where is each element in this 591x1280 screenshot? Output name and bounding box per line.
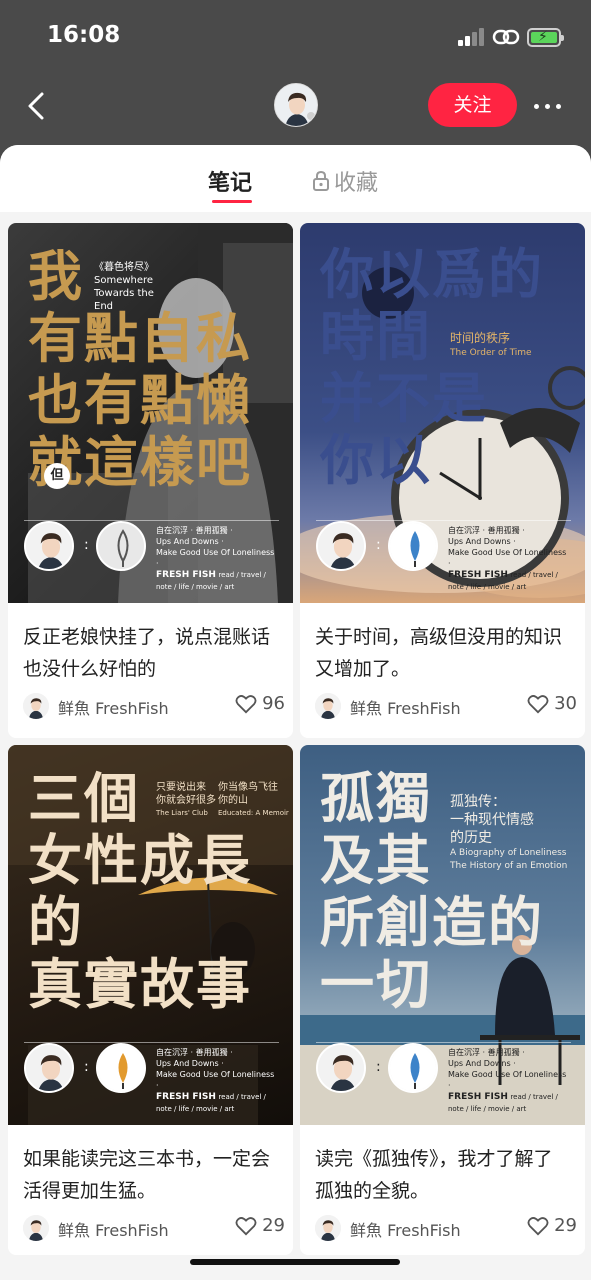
cover-headline: 你以爲的 時間 并不是 你以 <box>320 242 544 492</box>
heart-icon <box>527 694 549 713</box>
tab-collect[interactable]: 收藏 <box>312 165 378 197</box>
fish-logo-icon <box>96 521 146 571</box>
note-footer: 鲜魚 FreshFish 29 <box>23 1213 285 1243</box>
like-button[interactable]: 96 <box>235 693 285 714</box>
note-cover-image[interactable]: 我 有點自私 也有點懶 就這樣吧 《暮色将尽》 Somewhere Toward… <box>8 223 293 603</box>
heart-icon <box>527 1216 549 1235</box>
follow-button[interactable]: 关注 <box>428 83 517 127</box>
cover-book-title: 《暮色将尽》 Somewhere Towards the End <box>94 262 154 312</box>
more-options-icon[interactable] <box>530 90 566 120</box>
cover-avatar <box>316 521 366 571</box>
cover-badge: 但 <box>44 463 70 489</box>
tab-notes[interactable]: 笔记 <box>208 165 252 197</box>
cover-footer: : 自在沉浮 · 善用孤獨 · Ups And Downs · Make Goo… <box>316 1043 571 1113</box>
like-count: 29 <box>554 1215 577 1236</box>
cover-meta: 自在沉浮 · 善用孤獨 · Ups And Downs · Make Good … <box>156 526 275 591</box>
author-avatar[interactable] <box>23 693 49 719</box>
tab-collect-label: 收藏 <box>334 171 379 196</box>
profile-avatar[interactable] <box>274 83 318 127</box>
cover-book-title: 时间的秩序 The Order of Time <box>450 331 532 358</box>
status-time: 16:08 <box>47 22 121 48</box>
note-footer: 鲜魚 FreshFish 29 <box>315 1213 577 1243</box>
author-name[interactable]: 鲜魚 FreshFish <box>350 695 461 719</box>
cover-book-1: 只要说出来 你就会好很多 The Liars' Club <box>156 782 216 817</box>
like-count: 30 <box>554 693 577 714</box>
cover-avatar <box>316 1043 366 1093</box>
like-button[interactable]: 29 <box>235 1215 285 1236</box>
author-name[interactable]: 鲜魚 FreshFish <box>58 1217 169 1241</box>
heart-icon <box>235 694 257 713</box>
cover-meta: 自在沉浮 · 善用孤獨 · Ups And Downs · Make Good … <box>448 526 567 591</box>
battery-icon: ⚡ <box>527 28 564 47</box>
note-card[interactable]: 我 有點自私 也有點懶 就這樣吧 《暮色将尽》 Somewhere Toward… <box>8 223 293 738</box>
note-title[interactable]: 如果能读完这三本书，一定会活得更加生猛。 <box>23 1143 278 1207</box>
author-avatar[interactable] <box>23 1215 49 1241</box>
like-button[interactable]: 29 <box>527 1215 577 1236</box>
note-cover-image[interactable]: 孤獨 及其 所創造的 一切 孤独传： 一种现代情感 的历史 A Biograph… <box>300 745 585 1125</box>
status-bar: 16:08 ⚡ <box>0 0 591 70</box>
fish-logo-icon <box>388 1043 438 1093</box>
nav-bar: 关注 <box>0 80 591 130</box>
back-arrow-icon[interactable] <box>22 86 52 126</box>
heart-icon <box>235 1216 257 1235</box>
like-count: 29 <box>262 1215 285 1236</box>
cover-avatar <box>24 1043 74 1093</box>
cover-footer: : 自在沉浮 · 善用孤獨 · Ups And Downs · Make Goo… <box>24 1043 279 1113</box>
note-cover-image[interactable]: 三個 女性成長 的 真實故事 只要说出来 你就会好很多 The Liars' C… <box>8 745 293 1125</box>
cover-book-title: 孤独传： 一种现代情感 的历史 A Biography of Lonelines… <box>450 794 568 871</box>
signal-icon <box>458 28 486 46</box>
tab-bar: 笔记 收藏 <box>0 145 591 212</box>
author-avatar[interactable] <box>315 1215 341 1241</box>
cover-meta: 自在沉浮 · 善用孤獨 · Ups And Downs · Make Good … <box>156 1048 275 1113</box>
tab-notes-indicator <box>212 200 252 203</box>
author-name[interactable]: 鲜魚 FreshFish <box>350 1217 461 1241</box>
fish-logo-icon <box>96 1043 146 1093</box>
note-card[interactable]: 三個 女性成長 的 真實故事 只要说出来 你就会好很多 The Liars' C… <box>8 745 293 1255</box>
note-title[interactable]: 反正老娘快挂了，说点混账话也没什么好怕的 <box>23 621 278 685</box>
note-footer: 鲜魚 FreshFish 96 <box>23 691 285 721</box>
like-button[interactable]: 30 <box>527 693 577 714</box>
note-cover-image[interactable]: 你以爲的 時間 并不是 你以 时间的秩序 The Order of Time :… <box>300 223 585 603</box>
lock-icon <box>313 171 329 191</box>
note-title[interactable]: 关于时间，高级但没用的知识又增加了。 <box>315 621 570 685</box>
cover-book-2: 你当像鸟飞往 你的山 Educated: A Memoir <box>218 782 289 817</box>
cover-footer: : 自在沉浮 · 善用孤獨 · Ups And Downs · Make Goo… <box>24 521 279 591</box>
note-title[interactable]: 读完《孤独传》，我才了解了孤独的全貌。 <box>315 1143 570 1207</box>
cover-avatar <box>24 521 74 571</box>
author-name[interactable]: 鲜魚 FreshFish <box>58 695 169 719</box>
cover-footer: : 自在沉浮 · 善用孤獨 · Ups And Downs · Make Goo… <box>316 521 571 591</box>
cover-meta: 自在沉浮 · 善用孤獨 · Ups And Downs · Make Good … <box>448 1048 567 1113</box>
note-card[interactable]: 你以爲的 時間 并不是 你以 时间的秩序 The Order of Time :… <box>300 223 585 738</box>
note-footer: 鲜魚 FreshFish 30 <box>315 691 577 721</box>
like-count: 96 <box>262 693 285 714</box>
fish-logo-icon <box>388 521 438 571</box>
author-avatar[interactable] <box>315 693 341 719</box>
note-card[interactable]: 孤獨 及其 所創造的 一切 孤独传： 一种现代情感 的历史 A Biograph… <box>300 745 585 1255</box>
home-indicator[interactable] <box>190 1259 400 1265</box>
link-icon <box>492 29 520 45</box>
